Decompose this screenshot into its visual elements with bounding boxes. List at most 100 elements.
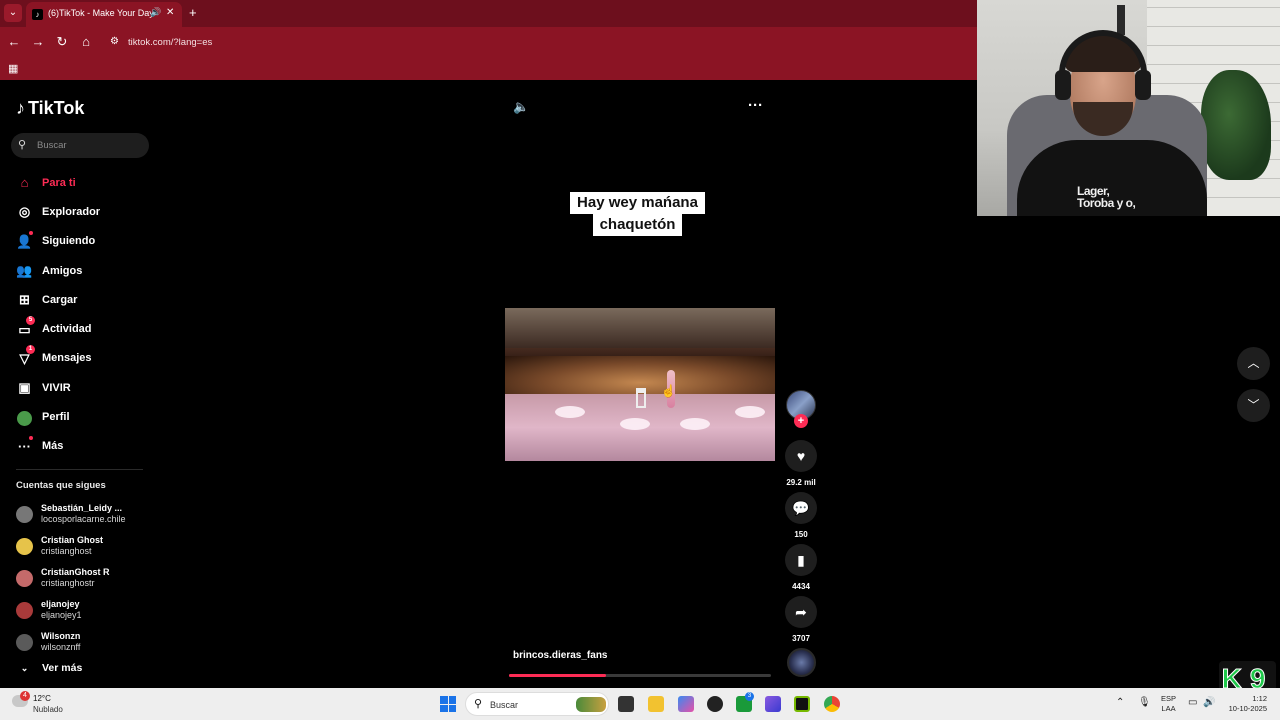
tiktok-logo[interactable]: ♪ TikTok: [16, 98, 84, 119]
sidebar-item-amigos[interactable]: 👥 Amigos: [16, 256, 156, 285]
back-arrow-icon[interactable]: ←: [6, 34, 22, 49]
account-name: Sebastián_Leidy ...: [41, 503, 123, 513]
chevron-down-icon: ﹀: [1247, 398, 1260, 412]
search-box[interactable]: ⚲ Buscar: [11, 133, 149, 158]
share-button[interactable]: ➦ 3707: [785, 596, 817, 643]
video-player[interactable]: [505, 308, 775, 461]
bookmark-icon[interactable]: ▮: [785, 544, 817, 576]
account-handle: cristianghostr: [41, 578, 95, 588]
save-button[interactable]: ▮ 4434: [785, 544, 817, 591]
forward-arrow-icon[interactable]: →: [30, 34, 46, 49]
profile-icon: [16, 409, 33, 426]
video-ceiling: [505, 308, 775, 348]
tab-strip: ⌄ ♪ (6)TikTok - Make Your Day 🔊 ✕ +: [0, 0, 977, 27]
account-handle: locosporlacarne.chile: [41, 514, 126, 524]
brand-name: TikTok: [28, 98, 85, 118]
sidebar-item-vivir[interactable]: ▣ VIVIR: [16, 373, 156, 402]
previous-video-button[interactable]: ︿: [1237, 347, 1270, 380]
user-follow-icon: 👤: [16, 230, 33, 250]
heart-icon[interactable]: ♥: [785, 440, 817, 472]
search-icon: ⚲: [474, 698, 483, 710]
language-indicator[interactable]: ESP LAA: [1161, 694, 1176, 714]
volume-icon[interactable]: 🔊: [1203, 697, 1215, 708]
tab-title: (6)TikTok - Make Your Day: [48, 8, 154, 18]
temperature[interactable]: 12°C: [33, 694, 51, 703]
volume-icon[interactable]: 🔈: [513, 99, 529, 115]
following-account[interactable]: Cristian Ghost cristianghost: [16, 530, 166, 562]
language-code: ESP: [1161, 694, 1177, 703]
chevron-up-icon[interactable]: ⌃: [1116, 697, 1124, 708]
microphone-icon[interactable]: 🎙: [1138, 697, 1151, 708]
sidebar-item-cargar[interactable]: ⊞ Cargar: [16, 285, 156, 314]
sidebar-item-mensajes[interactable]: ▽ 1 Mensajes: [16, 344, 156, 373]
stage-light: [555, 406, 585, 418]
comment-icon[interactable]: 💬: [785, 492, 817, 524]
like-count: 29.2 mil: [786, 478, 816, 487]
close-icon[interactable]: ✕: [166, 7, 174, 18]
reload-icon[interactable]: ↻: [54, 34, 70, 50]
sidebar-item-mas[interactable]: ··· Más: [16, 432, 156, 461]
mouse-cursor-icon: ☝: [661, 384, 676, 398]
taskbar-search[interactable]: ⚲ Buscar: [465, 692, 609, 716]
comment-button[interactable]: 💬 150: [785, 492, 817, 539]
account-name: Cristian Ghost: [41, 535, 104, 545]
sidebar-nav: ⌂ Para ti ◎ Explorador 👤 Siguiendo 👥 Ami…: [16, 168, 156, 461]
sidebar-item-explorador[interactable]: ◎ Explorador: [16, 197, 156, 226]
apps-grid-icon[interactable]: ▦: [8, 62, 18, 75]
sidebar-divider: [16, 469, 143, 470]
headset-ear: [1135, 70, 1151, 100]
sidebar-item-siguiendo[interactable]: 👤 Siguiendo: [16, 227, 156, 256]
caption-line-2: chaquetón: [592, 214, 683, 236]
messages-badge: 1: [26, 344, 35, 354]
messages-icon: ▽ 1: [16, 344, 35, 367]
account-name: CristianGhost R: [41, 567, 110, 577]
activity-badge: 5: [26, 315, 35, 325]
video-author[interactable]: brincos.dieras_fans: [513, 650, 607, 661]
network-icon[interactable]: ▭: [1188, 697, 1197, 708]
following-account[interactable]: Sebastián_Leidy ... locosporlacarne.chile: [16, 498, 166, 530]
file-explorer-icon[interactable]: [648, 696, 664, 712]
weather-condition[interactable]: Nublado: [33, 705, 63, 714]
address-bar[interactable]: tiktok.com/?lang=es: [128, 37, 212, 48]
caption-line-1: Hay wey mańana: [570, 192, 705, 214]
see-more-button[interactable]: ⌄ Ver más: [16, 662, 83, 674]
tab-search-button[interactable]: ⌄: [4, 4, 22, 22]
plant: [1201, 70, 1271, 180]
nvidia-icon[interactable]: [794, 696, 810, 712]
following-account[interactable]: CristianGhost Rcristianghostr: [16, 562, 166, 594]
next-video-button[interactable]: ﹀: [1237, 389, 1270, 422]
search-highlight-image: [576, 697, 606, 712]
obs-icon[interactable]: [707, 696, 723, 712]
sidebar-item-actividad[interactable]: ▭ 5 Actividad: [16, 314, 156, 343]
clock-time: 1:12: [1252, 694, 1267, 703]
home-icon[interactable]: ⌂: [78, 34, 94, 49]
stage-light: [735, 406, 765, 418]
headset-icon: [1059, 30, 1147, 90]
chrome-icon[interactable]: [824, 696, 840, 712]
speaker-icon[interactable]: 🔊: [150, 7, 161, 18]
friends-icon: 👥: [16, 263, 33, 279]
system-clock[interactable]: 1:12 10-10-2025: [1225, 694, 1267, 714]
sidebar-item-para-ti[interactable]: ⌂ Para ti: [16, 168, 156, 197]
following-title: Cuentas que sigues: [16, 480, 106, 491]
new-tab-button[interactable]: +: [189, 5, 197, 20]
sidebar-item-perfil[interactable]: Perfil: [16, 402, 156, 431]
clipchamp-icon[interactable]: [765, 696, 781, 712]
share-icon[interactable]: ➦: [785, 596, 817, 628]
avatar: [16, 569, 33, 587]
music-disc-icon[interactable]: [787, 648, 816, 677]
copilot-icon[interactable]: [678, 696, 694, 712]
site-info-icon[interactable]: ⚙: [110, 36, 119, 47]
search-placeholder: Buscar: [37, 140, 67, 151]
following-account[interactable]: eljanojey eljanojey1: [16, 594, 166, 626]
more-options-icon[interactable]: ···: [748, 97, 763, 114]
tab-tiktok[interactable]: ♪ (6)TikTok - Make Your Day 🔊 ✕: [26, 2, 182, 27]
task-view-icon[interactable]: [618, 696, 634, 712]
following-account[interactable]: Wilsonzn wilsonznff: [16, 626, 166, 658]
account-name: Wilsonzn: [41, 631, 81, 641]
follow-plus-icon[interactable]: +: [794, 414, 808, 428]
windows-start-icon[interactable]: [440, 696, 456, 712]
chevron-up-icon: ︿: [1247, 356, 1260, 370]
video-progress-bar[interactable]: [509, 674, 771, 677]
like-button[interactable]: ♥ 29.2 mil: [785, 440, 817, 487]
